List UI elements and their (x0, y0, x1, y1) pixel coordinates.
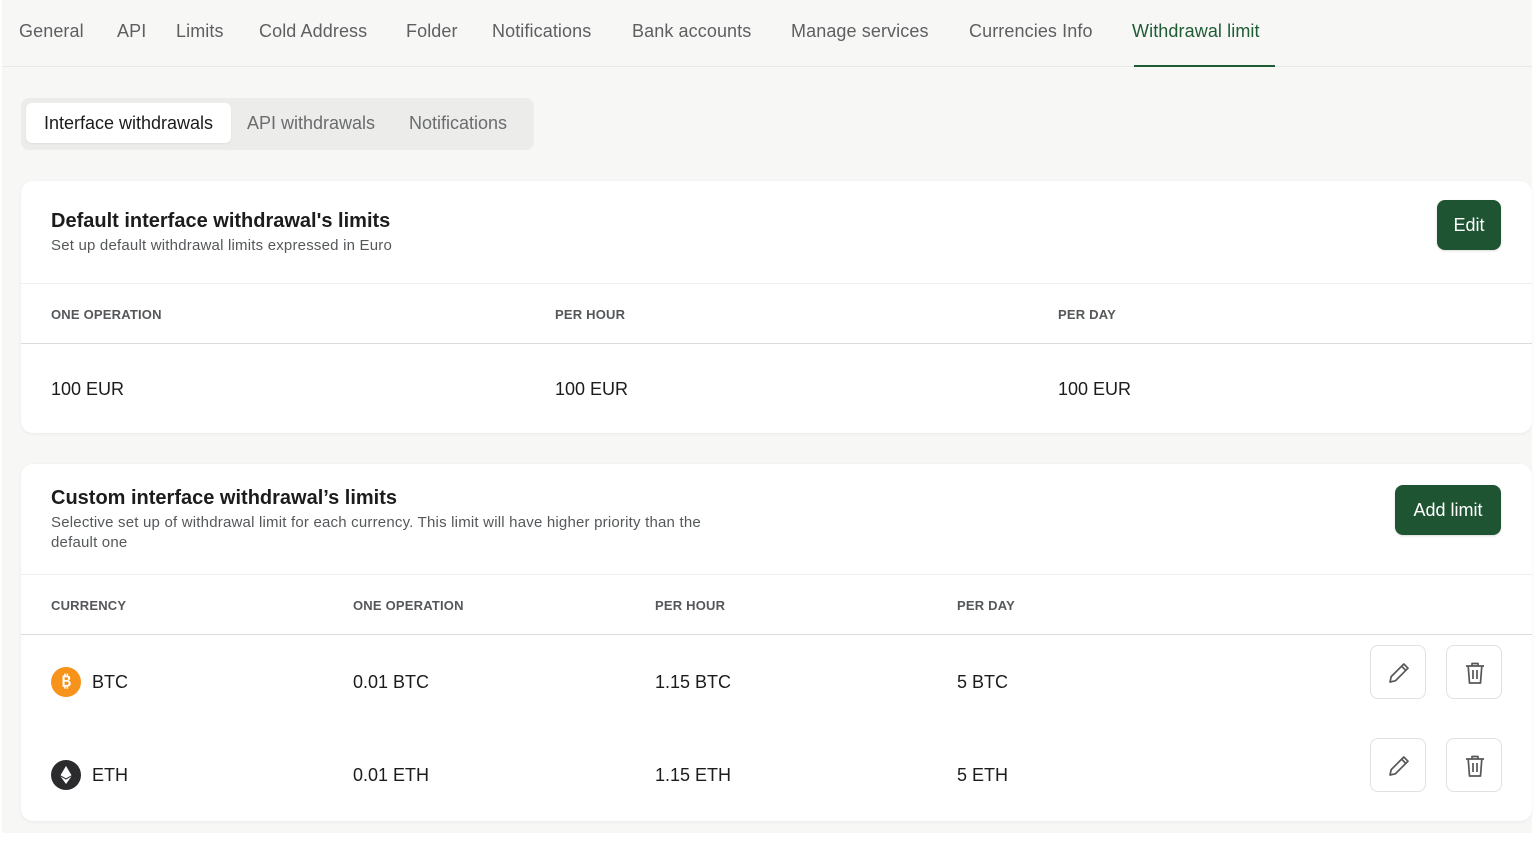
custom-limits-subtitle: Selective set up of withdrawal limit for… (51, 513, 701, 553)
column-header-per-hour: PER HOUR (555, 307, 626, 322)
divider (21, 283, 1532, 284)
one-operation-value: 0.01 ETH (353, 765, 430, 785)
currency-name: BTC (92, 672, 128, 692)
per-day-value: 5 ETH (957, 765, 1009, 785)
app-root: General API Limits Cold Address Folder N… (0, 0, 1534, 844)
column-header-one-operation: ONE OPERATION (353, 598, 464, 613)
edit-button[interactable]: Edit (1437, 200, 1501, 250)
trash-icon (1466, 662, 1484, 684)
settings-page: General API Limits Cold Address Folder N… (2, 0, 1532, 833)
currency-name: ETH (92, 765, 128, 785)
delete-row-button[interactable] (1446, 645, 1502, 699)
column-header-per-day: PER DAY (957, 598, 1015, 613)
tab-folder[interactable]: Folder (406, 21, 458, 42)
default-one-operation-value: 100 EUR (51, 379, 125, 399)
ethereum-icon (51, 760, 81, 790)
column-header-per-hour: PER HOUR (655, 598, 726, 613)
per-hour-value: 1.15 BTC (655, 672, 732, 692)
column-header-one-operation: ONE OPERATION (51, 307, 162, 322)
custom-limits-title: Custom interface withdrawal’s limits (51, 487, 398, 509)
header-divider (21, 634, 1532, 635)
tab-withdrawal-limit[interactable]: Withdrawal limit (1132, 21, 1260, 42)
column-header-per-day: PER DAY (1058, 307, 1116, 322)
default-limits-title: Default interface withdrawal's limits (51, 210, 391, 232)
withdrawal-type-switcher: Interface withdrawals API withdrawals No… (21, 98, 534, 150)
tab-notifications[interactable]: Notifications (492, 21, 591, 42)
tab-api[interactable]: API (117, 21, 146, 42)
column-header-currency: CURRENCY (51, 598, 127, 613)
header-divider (21, 343, 1532, 344)
per-hour-value: 1.15 ETH (655, 765, 732, 785)
edit-row-button[interactable] (1370, 738, 1426, 792)
per-day-value: 5 BTC (957, 672, 1009, 692)
active-tab-indicator (1134, 65, 1275, 67)
delete-row-button[interactable] (1446, 738, 1502, 792)
pencil-icon (1389, 663, 1409, 683)
tab-manage-services[interactable]: Manage services (791, 21, 929, 42)
subtab-interface-withdrawals[interactable]: Interface withdrawals (26, 103, 231, 143)
tab-currencies-info[interactable]: Currencies Info (969, 21, 1093, 42)
add-limit-button[interactable]: Add limit (1395, 485, 1501, 535)
pencil-icon (1389, 756, 1409, 776)
tab-limits[interactable]: Limits (176, 21, 224, 42)
subtab-api-withdrawals[interactable]: API withdrawals (247, 103, 375, 143)
settings-tabs: General API Limits Cold Address Folder N… (2, 0, 1532, 67)
custom-limits-card: Custom interface withdrawal’s limits Sel… (21, 464, 1532, 821)
edit-row-button[interactable] (1370, 645, 1426, 699)
custom-limits-subtitle-line-2: default one (51, 534, 128, 551)
subtab-notifications[interactable]: Notifications (409, 103, 507, 143)
default-per-hour-value: 100 EUR (555, 379, 629, 399)
default-limits-subtitle: Set up default withdrawal limits express… (51, 237, 392, 254)
tab-bank-accounts[interactable]: Bank accounts (632, 21, 751, 42)
divider (21, 574, 1532, 575)
default-limits-card: Default interface withdrawal's limits Se… (21, 181, 1532, 433)
bitcoin-icon (51, 667, 81, 697)
one-operation-value: 0.01 BTC (353, 672, 430, 692)
tab-general[interactable]: General (19, 21, 84, 42)
default-per-day-value: 100 EUR (1058, 379, 1132, 399)
custom-limits-subtitle-line-1: Selective set up of withdrawal limit for… (51, 514, 701, 531)
tab-cold-address[interactable]: Cold Address (259, 21, 367, 42)
trash-icon (1466, 755, 1484, 777)
